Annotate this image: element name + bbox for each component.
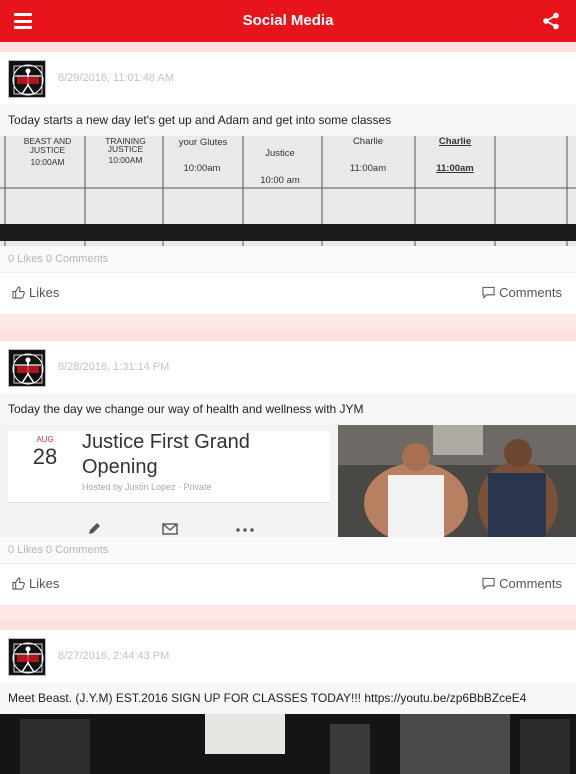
avatar[interactable]: [8, 349, 46, 387]
post-image[interactable]: [0, 714, 576, 774]
comment-icon: [482, 577, 495, 590]
schedule-cell: your Glutes: [178, 137, 228, 148]
vitruvian-logo-icon: [9, 61, 45, 97]
schedule-cell: Charlie: [352, 136, 384, 147]
athletes-image: [338, 425, 576, 537]
post-header: 8/28/2016, 1:31:14 PM: [0, 341, 576, 393]
event-card: AUG 28 Justice First Grand Opening Hoste…: [0, 425, 338, 537]
gym-photo: [338, 425, 576, 537]
engagement-counts: 0 Likes 0 Comments: [0, 246, 576, 272]
post-timestamp: 8/28/2016, 1:31:14 PM: [58, 361, 170, 373]
post-header: 8/27/2016, 2:44:43 PM: [0, 630, 576, 682]
post-actions: Likes Comments: [0, 272, 576, 314]
event-day: 28: [32, 444, 58, 469]
vitruvian-logo-icon: [9, 350, 45, 386]
like-label: Likes: [29, 285, 60, 300]
schedule-cell: JUSTICE: [107, 144, 144, 154]
engagement-counts: 0 Likes 0 Comments: [0, 537, 576, 563]
more-icon: [236, 528, 254, 532]
comment-button[interactable]: Comments: [482, 576, 562, 591]
like-label: Likes: [29, 576, 60, 591]
schedule-cell: 11:00am: [436, 163, 474, 174]
avatar[interactable]: [8, 638, 46, 676]
avatar[interactable]: [8, 60, 46, 98]
divider: [0, 42, 576, 52]
divider: [0, 331, 576, 341]
thumbs-up-icon: [12, 577, 25, 590]
thumbs-up-icon: [12, 286, 25, 299]
schedule-cell: JUSTICE: [29, 145, 66, 155]
gym-video-thumbnail: [0, 714, 576, 774]
post-text: Today the day we change our way of healt…: [0, 393, 576, 425]
comment-label: Comments: [499, 576, 562, 591]
post-header: 8/29/2016, 11:01:48 AM: [0, 52, 576, 104]
like-button[interactable]: Likes: [12, 576, 59, 591]
share-icon[interactable]: [542, 12, 560, 30]
post-image[interactable]: AUG 28 Justice First Grand Opening Hoste…: [0, 425, 576, 537]
vitruvian-logo-icon: [9, 639, 45, 675]
schedule-cell: Justice: [265, 148, 295, 159]
post-timestamp: 8/27/2016, 2:44:43 PM: [58, 650, 170, 662]
schedule-cell: 11:00am: [349, 163, 387, 174]
schedule-cell: 10:00am: [183, 163, 221, 174]
comment-button[interactable]: Comments: [482, 285, 562, 300]
post-card: 8/28/2016, 1:31:14 PM Today the day we c…: [0, 341, 576, 605]
event-month: AUG: [36, 435, 54, 444]
schedule-cell: 10:00AM: [108, 155, 143, 165]
event-title-line1: Justice First Grand: [82, 431, 250, 453]
post-timestamp: 8/29/2016, 11:01:48 AM: [58, 72, 174, 84]
event-hosted-by: Hosted by Justin Lopez · Private: [82, 482, 212, 492]
post-actions: Likes Comments: [0, 563, 576, 605]
schedule-cell: 10:00AM: [30, 157, 65, 167]
envelope-icon: [162, 523, 178, 535]
divider: [0, 620, 576, 630]
schedule-cell: Charlie: [438, 136, 472, 147]
pencil-icon: [89, 523, 100, 534]
app-header: Social Media: [0, 0, 576, 42]
schedule-cell: 10:00 am: [260, 175, 300, 186]
post-card: 8/27/2016, 2:44:43 PM Meet Beast. (J.Y.M…: [0, 630, 576, 774]
comment-icon: [482, 286, 495, 299]
comment-label: Comments: [499, 285, 562, 300]
post-image[interactable]: BEAST AND JUSTICE 10:00AM TRAINING JUSTI…: [0, 136, 576, 246]
post-text: Today starts a new day let's get up and …: [0, 104, 576, 136]
post-text: Meet Beast. (J.Y.M) EST.2016 SIGN UP FOR…: [0, 682, 576, 714]
post-card: 8/29/2016, 11:01:48 AM Today starts a ne…: [0, 52, 576, 314]
like-button[interactable]: Likes: [12, 285, 59, 300]
event-title-line2: Opening: [82, 456, 158, 478]
page-title: Social Media: [242, 12, 334, 29]
